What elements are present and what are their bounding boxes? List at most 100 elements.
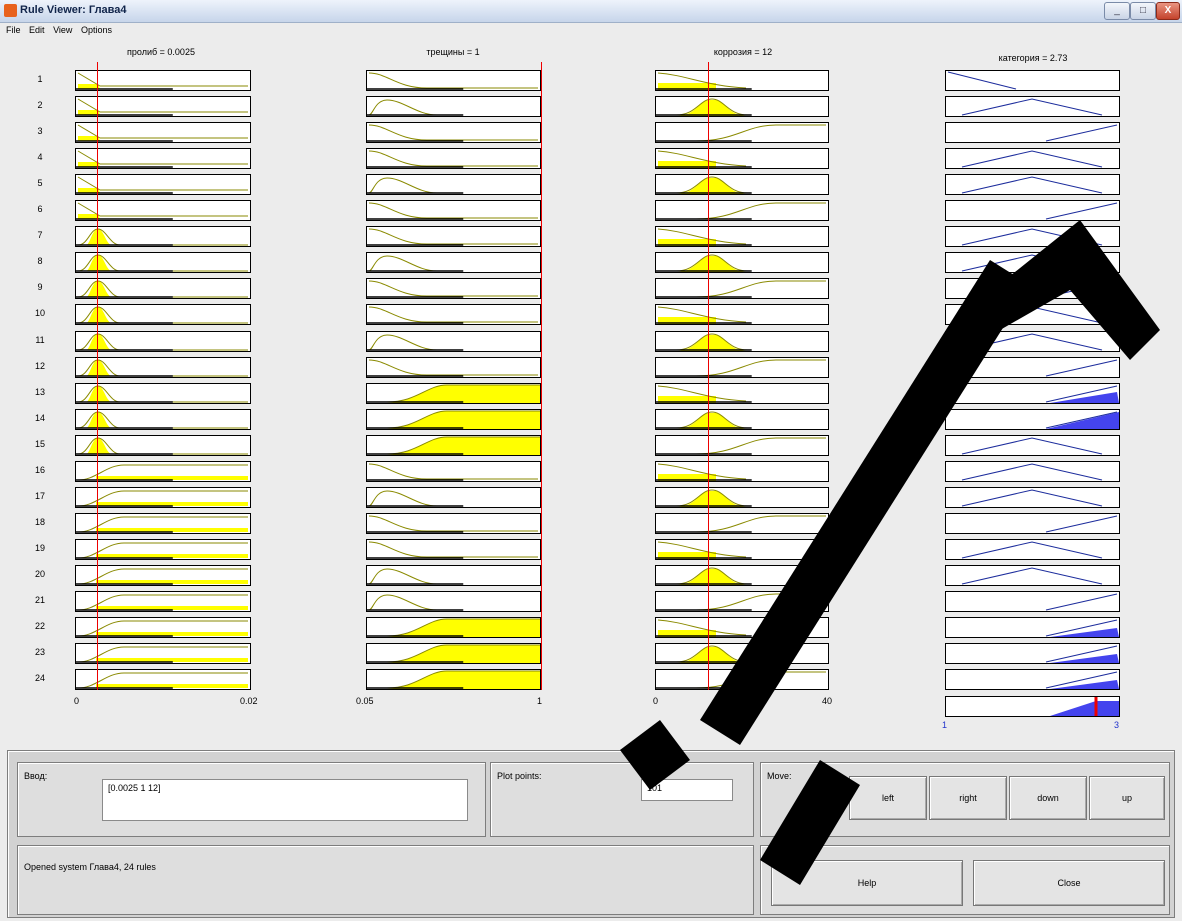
mf-plot-cracks[interactable] — [366, 513, 541, 534]
mf-plot-prolib[interactable] — [75, 591, 251, 612]
mf-plot-category[interactable] — [945, 96, 1120, 117]
mf-plot-cracks[interactable] — [366, 96, 541, 117]
mf-plot-prolib[interactable] — [75, 278, 251, 299]
help-button[interactable]: Help — [771, 860, 963, 906]
mf-plot-cracks[interactable] — [366, 409, 541, 430]
menu-view[interactable]: View — [53, 23, 72, 37]
mf-plot-prolib[interactable] — [75, 70, 251, 91]
mf-plot-corrosion[interactable] — [655, 174, 829, 195]
mf-plot-category[interactable] — [945, 226, 1120, 247]
mf-plot-prolib[interactable] — [75, 383, 251, 404]
mf-plot-category[interactable] — [945, 70, 1120, 91]
mf-plot-cracks[interactable] — [366, 174, 541, 195]
mf-plot-corrosion[interactable] — [655, 148, 829, 169]
mf-plot-prolib[interactable] — [75, 643, 251, 664]
mf-plot-cracks[interactable] — [366, 617, 541, 638]
mf-plot-prolib[interactable] — [75, 331, 251, 352]
mf-plot-prolib[interactable] — [75, 617, 251, 638]
mf-plot-cracks[interactable] — [366, 591, 541, 612]
move-right-button[interactable]: right — [929, 776, 1007, 820]
mf-plot-prolib[interactable] — [75, 96, 251, 117]
mf-plot-prolib[interactable] — [75, 304, 251, 325]
menu-file[interactable]: File — [6, 23, 21, 37]
mf-plot-prolib[interactable] — [75, 669, 251, 690]
mf-plot-corrosion[interactable] — [655, 304, 829, 325]
mf-plot-cracks[interactable] — [366, 148, 541, 169]
mf-plot-corrosion[interactable] — [655, 96, 829, 117]
mf-plot-cracks[interactable] — [366, 383, 541, 404]
mf-plot-category[interactable] — [945, 200, 1120, 221]
mf-plot-corrosion[interactable] — [655, 357, 829, 378]
mf-plot-corrosion[interactable] — [655, 122, 829, 143]
input-line-corrosion[interactable] — [708, 62, 709, 690]
mf-plot-prolib[interactable] — [75, 487, 251, 508]
menu-edit[interactable]: Edit — [29, 23, 45, 37]
mf-plot-category[interactable] — [945, 591, 1120, 612]
mf-plot-prolib[interactable] — [75, 252, 251, 273]
mf-plot-cracks[interactable] — [366, 461, 541, 482]
mf-plot-corrosion[interactable] — [655, 513, 829, 534]
mf-plot-prolib[interactable] — [75, 226, 251, 247]
plot-points-field[interactable]: 101 — [641, 779, 733, 801]
mf-plot-cracks[interactable] — [366, 435, 541, 456]
mf-plot-corrosion[interactable] — [655, 383, 829, 404]
mf-plot-prolib[interactable] — [75, 409, 251, 430]
minimize-icon[interactable]: _ — [1104, 2, 1130, 20]
mf-plot-corrosion[interactable] — [655, 669, 829, 690]
mf-plot-category[interactable] — [945, 174, 1120, 195]
mf-plot-corrosion[interactable] — [655, 409, 829, 430]
mf-plot-cracks[interactable] — [366, 565, 541, 586]
mf-plot-cracks[interactable] — [366, 226, 541, 247]
mf-plot-corrosion[interactable] — [655, 226, 829, 247]
mf-plot-prolib[interactable] — [75, 565, 251, 586]
mf-plot-prolib[interactable] — [75, 148, 251, 169]
mf-plot-category[interactable] — [945, 409, 1120, 430]
mf-plot-corrosion[interactable] — [655, 435, 829, 456]
mf-plot-corrosion[interactable] — [655, 200, 829, 221]
mf-plot-prolib[interactable] — [75, 461, 251, 482]
maximize-icon[interactable]: □ — [1130, 2, 1156, 20]
mf-plot-prolib[interactable] — [75, 513, 251, 534]
mf-plot-category[interactable] — [945, 669, 1120, 690]
mf-plot-corrosion[interactable] — [655, 278, 829, 299]
mf-plot-corrosion[interactable] — [655, 70, 829, 91]
mf-plot-category[interactable] — [945, 357, 1120, 378]
mf-plot-cracks[interactable] — [366, 487, 541, 508]
mf-plot-cracks[interactable] — [366, 304, 541, 325]
mf-plot-category[interactable] — [945, 513, 1120, 534]
mf-plot-cracks[interactable] — [366, 357, 541, 378]
mf-plot-category[interactable] — [945, 122, 1120, 143]
mf-plot-corrosion[interactable] — [655, 252, 829, 273]
mf-plot-prolib[interactable] — [75, 122, 251, 143]
mf-plot-category[interactable] — [945, 539, 1120, 560]
mf-plot-cracks[interactable] — [366, 70, 541, 91]
mf-plot-corrosion[interactable] — [655, 643, 829, 664]
mf-plot-category[interactable] — [945, 331, 1120, 352]
input-line-prolib[interactable] — [97, 62, 98, 690]
mf-plot-prolib[interactable] — [75, 435, 251, 456]
close-window-icon[interactable]: X — [1156, 2, 1180, 20]
mf-plot-category[interactable] — [945, 643, 1120, 664]
mf-plot-corrosion[interactable] — [655, 487, 829, 508]
mf-plot-category[interactable] — [945, 565, 1120, 586]
input-line-cracks[interactable] — [541, 62, 542, 690]
mf-plot-prolib[interactable] — [75, 539, 251, 560]
mf-plot-category[interactable] — [945, 278, 1120, 299]
mf-plot-category[interactable] — [945, 617, 1120, 638]
mf-plot-prolib[interactable] — [75, 174, 251, 195]
mf-plot-category[interactable] — [945, 487, 1120, 508]
mf-plot-cracks[interactable] — [366, 331, 541, 352]
mf-plot-corrosion[interactable] — [655, 565, 829, 586]
menu-options[interactable]: Options — [81, 23, 112, 37]
mf-plot-category[interactable] — [945, 304, 1120, 325]
mf-plot-corrosion[interactable] — [655, 617, 829, 638]
mf-plot-category[interactable] — [945, 435, 1120, 456]
mf-plot-corrosion[interactable] — [655, 591, 829, 612]
input-field[interactable]: [0.0025 1 12] — [102, 779, 468, 821]
mf-plot-prolib[interactable] — [75, 357, 251, 378]
mf-plot-cracks[interactable] — [366, 643, 541, 664]
mf-plot-cracks[interactable] — [366, 122, 541, 143]
mf-plot-category[interactable] — [945, 461, 1120, 482]
mf-plot-category[interactable] — [945, 383, 1120, 404]
mf-plot-cracks[interactable] — [366, 539, 541, 560]
